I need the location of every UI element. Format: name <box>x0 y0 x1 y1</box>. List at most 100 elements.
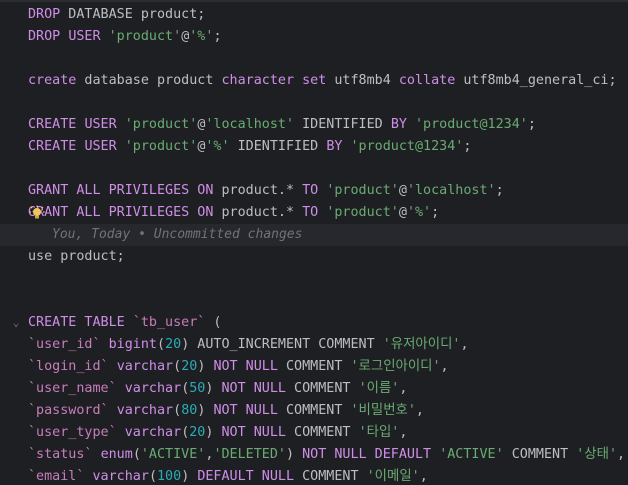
code-line[interactable]: DROP DATABASE product; <box>0 4 628 26</box>
fold-chevron-icon[interactable]: ⌄ <box>10 312 22 334</box>
code-token: ) <box>205 425 222 440</box>
code-token: ( <box>148 469 157 484</box>
code-line[interactable]: GRANT ALL PRIVILEGES ON product.* TO 'pr… <box>0 202 628 224</box>
code-token: USER <box>68 29 101 44</box>
code-token: USER <box>84 117 117 132</box>
code-line[interactable] <box>0 92 628 114</box>
code-line[interactable]: use product; <box>0 246 628 268</box>
code-token: , <box>419 469 428 484</box>
code-token: IDENTIFIED <box>294 117 391 132</box>
code-token: '타입' <box>358 425 400 440</box>
code-token: 'localhost' <box>406 183 496 198</box>
code-token: varchar <box>124 425 182 440</box>
code-text: `login_id` varchar(20) NOT NULL COMMENT … <box>28 356 449 378</box>
code-line[interactable] <box>0 158 628 180</box>
code-token: 'ACTIVE' <box>439 447 504 462</box>
git-blame-hint: You, Today • Uncommitted changes <box>52 227 303 242</box>
code-token: '로그인아이디' <box>350 359 441 374</box>
code-line[interactable] <box>0 48 628 70</box>
code-line[interactable]: `user_id` bigint(20) AUTO_INCREMENT COMM… <box>0 334 628 356</box>
code-token: varchar <box>124 381 182 396</box>
code-token: TO <box>302 205 319 220</box>
code-token: '%' <box>406 205 432 220</box>
code-token: `user_id` <box>28 337 101 352</box>
code-editor[interactable]: DROP DATABASE product; DROP USER 'product… <box>0 0 628 485</box>
code-text: CREATE USER 'product'@'localhost' IDENTI… <box>28 114 536 136</box>
code-token: 20 <box>189 425 206 440</box>
code-token: `tb_user` <box>132 315 206 330</box>
code-token: @ <box>398 205 407 220</box>
code-text: GRANT ALL PRIVILEGES ON product.* TO 'pr… <box>28 180 504 202</box>
code-token: ) <box>181 469 198 484</box>
code-token: product.* <box>213 205 303 220</box>
code-token: 'product' <box>124 139 198 154</box>
code-token: ; <box>527 117 536 132</box>
code-line[interactable] <box>0 268 628 290</box>
code-token: `email` <box>28 469 85 484</box>
code-line[interactable]: DROP USER 'product'@'%'; <box>0 26 628 48</box>
code-token: CREATE <box>28 117 77 132</box>
code-token: character set <box>221 73 327 88</box>
code-token: , <box>617 447 626 462</box>
code-line[interactable]: ⌄ CREATE TABLE `tb_user` ( <box>0 312 628 334</box>
code-token: '%' <box>205 139 230 154</box>
code-text: GRANT ALL PRIVILEGES ON product.* TO 'pr… <box>28 202 439 224</box>
code-line[interactable]: `email` varchar(100) DEFAULT NULL COMMEN… <box>0 466 628 485</box>
code-text: `email` varchar(100) DEFAULT NULL COMMEN… <box>28 466 428 485</box>
code-token: enum <box>100 447 133 462</box>
code-token: use product; <box>28 249 125 264</box>
code-token: 'product' <box>108 29 182 44</box>
code-token: utf8mb4 <box>326 73 399 88</box>
code-text: DROP USER 'product'@'%'; <box>28 26 222 48</box>
code-line[interactable]: `status` enum('ACTIVE','DELETED') NOT NU… <box>0 444 628 466</box>
code-line[interactable] <box>0 290 628 312</box>
code-token: 80 <box>181 403 198 418</box>
code-token: NOT NULL <box>221 425 287 440</box>
code-token: COMMENT <box>294 469 367 484</box>
code-token: COMMENT <box>503 447 577 462</box>
code-token: varchar <box>92 469 149 484</box>
code-text: `status` enum('ACTIVE','DELETED') NOT NU… <box>28 444 625 466</box>
code-token: ( <box>157 337 166 352</box>
code-line[interactable]: You, Today • Uncommitted changes <box>0 224 628 246</box>
code-token: `user_type` <box>28 425 117 440</box>
code-line[interactable]: CREATE USER 'product'@'%' IDENTIFIED BY … <box>0 136 628 158</box>
code-token: GRANT ALL PRIVILEGES ON <box>28 183 214 198</box>
code-token: database product <box>76 73 222 88</box>
lightbulb-icon[interactable] <box>29 205 45 221</box>
code-token: 50 <box>189 381 206 396</box>
code-line[interactable]: `login_id` varchar(20) NOT NULL COMMENT … <box>0 356 628 378</box>
code-token: , <box>399 381 408 396</box>
code-token: 'product@1234' <box>415 117 528 132</box>
code-token: USER <box>84 139 117 154</box>
code-line[interactable]: create database product character set ut… <box>0 70 628 92</box>
code-token: '이메일' <box>366 469 420 484</box>
code-token: ; <box>213 29 222 44</box>
code-token: , <box>440 359 449 374</box>
code-token: BY <box>326 139 343 154</box>
code-line[interactable]: `user_type` varchar(20) NOT NULL COMMENT… <box>0 422 628 444</box>
code-token: , <box>399 425 408 440</box>
code-token: COMMENT <box>286 425 359 440</box>
code-token: bigint <box>108 337 157 352</box>
code-token: DATABASE product; <box>60 7 206 22</box>
code-text: `user_id` bigint(20) AUTO_INCREMENT COMM… <box>28 334 469 356</box>
code-token: COMMENT <box>286 381 359 396</box>
code-token: ) AUTO_INCREMENT COMMENT <box>181 337 383 352</box>
code-token: IDENTIFIED <box>229 139 327 154</box>
code-line[interactable]: `password` varchar(80) NOT NULL COMMENT … <box>0 400 628 422</box>
code-line[interactable]: CREATE USER 'product'@'localhost' IDENTI… <box>0 114 628 136</box>
code-line[interactable]: `user_name` varchar(50) NOT NULL COMMENT… <box>0 378 628 400</box>
code-token: NOT NULL <box>213 403 278 418</box>
code-token: DROP <box>28 7 61 22</box>
code-line[interactable]: GRANT ALL PRIVILEGES ON product.* TO 'pr… <box>0 180 628 202</box>
